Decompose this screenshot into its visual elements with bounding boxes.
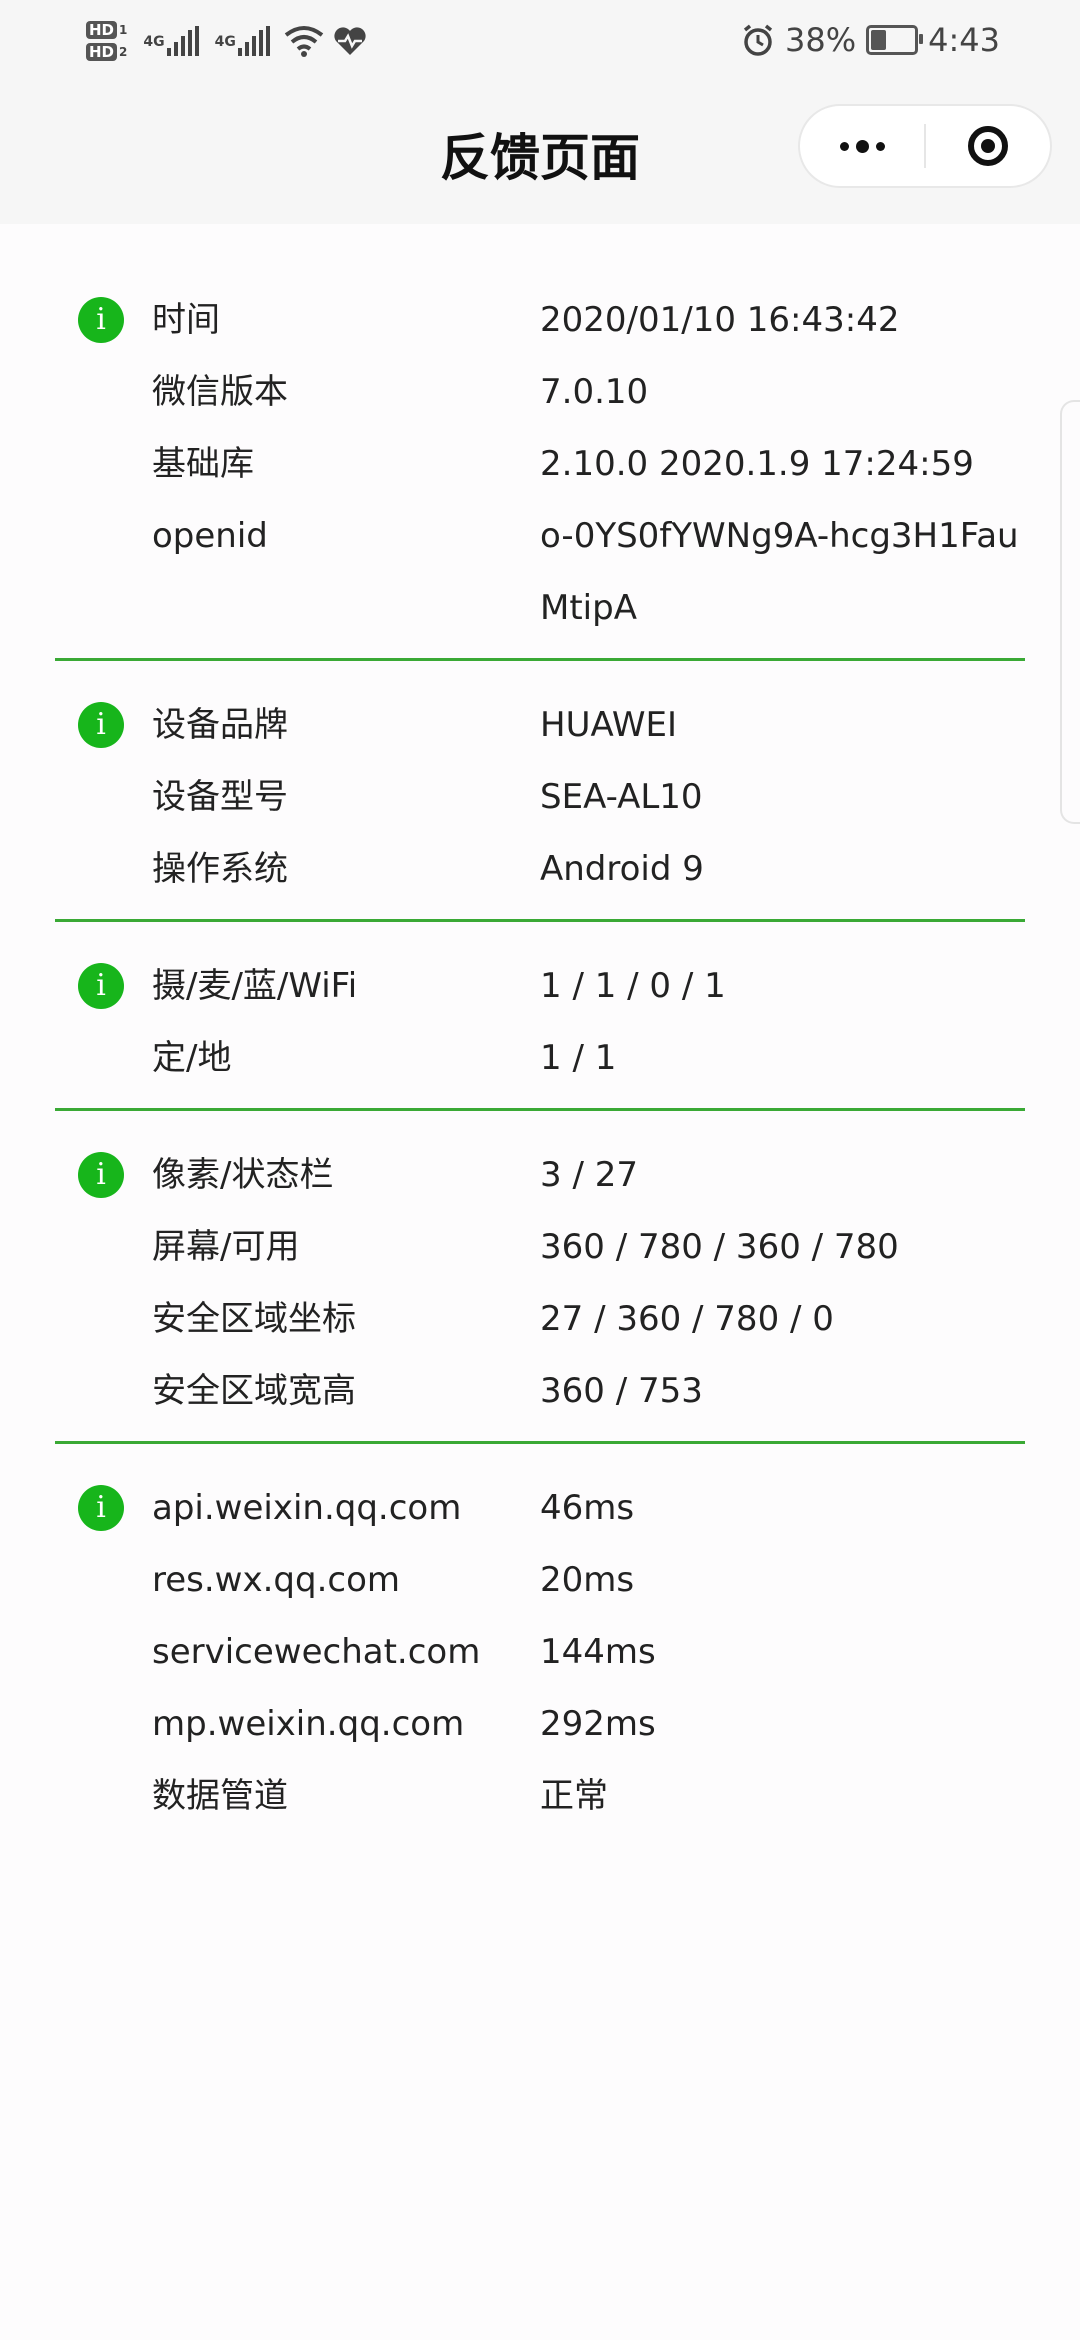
alarm-icon [743, 24, 773, 56]
info-section: i 摄/麦/蓝/WiFi 1 / 1 / 0 / 1 定/地 1 / 1 [55, 922, 1025, 1111]
info-row: 设备品牌 HUAWEI [55, 689, 1025, 761]
info-label: 屏幕/可用 [152, 1227, 300, 1267]
info-row: openid o-0YS0fYWNg9A-hcg3H1Fau [55, 500, 1025, 572]
status-right: 38% 4:43 [741, 14, 1000, 66]
info-row: 设备型号 SEA-AL10 [55, 761, 1025, 833]
signal-1: 4G [143, 26, 199, 56]
info-row: 定/地 1 / 1 [55, 1022, 1025, 1094]
clock: 4:43 [928, 21, 1000, 59]
info-label: 摄/麦/蓝/WiFi [152, 966, 358, 1006]
info-label: res.wx.qq.com [152, 1560, 400, 1600]
feedback-info-list: i 时间 2020/01/10 16:43:42 微信版本 7.0.10 基础库 2.10.… [0, 224, 1080, 1832]
info-row: 安全区域宽高 360 / 753 [55, 1355, 1025, 1427]
info-section: i 时间 2020/01/10 16:43:42 微信版本 7.0.10 基础库 2.10.… [55, 224, 1025, 661]
info-value: HUAWEI [540, 705, 677, 745]
info-label: 时间 [152, 300, 220, 340]
info-value: 20ms [540, 1560, 635, 1600]
signal-bars-2-icon [237, 26, 270, 56]
info-label: 微信版本 [152, 372, 288, 412]
info-label: 安全区域坐标 [152, 1299, 356, 1339]
info-row: 微信版本 7.0.10 [55, 356, 1025, 428]
info-value: 7.0.10 [540, 372, 649, 412]
info-label: 设备型号 [152, 777, 288, 817]
info-row: 像素/状态栏 3 / 27 [55, 1139, 1025, 1211]
info-value: 27 / 360 / 780 / 0 [540, 1299, 834, 1339]
info-label: mp.weixin.qq.com [152, 1704, 465, 1744]
info-value: 292ms [540, 1704, 656, 1744]
info-label: 定/地 [152, 1038, 232, 1078]
info-value: 3 / 27 [540, 1155, 638, 1195]
info-row: 数据管道 正常 [55, 1760, 1025, 1832]
info-row: 摄/麦/蓝/WiFi 1 / 1 / 0 / 1 [55, 950, 1025, 1022]
sim2-hd-label: HD [86, 43, 118, 61]
info-label: 像素/状态栏 [152, 1155, 334, 1195]
status-left: HD 1 HD 2 4G 4G [86, 12, 368, 70]
info-value: 46ms [540, 1488, 635, 1528]
info-value: SEA-AL10 [540, 777, 703, 817]
info-label: 数据管道 [152, 1776, 288, 1816]
battery-level-fill [871, 30, 887, 50]
sim1-hd-label: HD [86, 21, 118, 39]
info-row: 安全区域坐标 27 / 360 / 780 / 0 [55, 1283, 1025, 1355]
info-row: api.weixin.qq.com 46ms [55, 1472, 1025, 1544]
info-label: 基础库 [152, 444, 254, 484]
sim2-indicator: HD 2 [86, 43, 127, 61]
capsule-menu [798, 104, 1052, 188]
info-row: MtipA [55, 572, 1025, 644]
heart-icon [334, 27, 366, 55]
battery-icon [866, 25, 924, 55]
info-value: 1 / 1 [540, 1038, 617, 1078]
signal-2: 4G [215, 26, 270, 56]
info-value: 正常 [540, 1776, 608, 1816]
signal-bars-1-icon [166, 26, 199, 56]
network-type-2: 4G [214, 34, 236, 50]
info-label: api.weixin.qq.com [152, 1488, 462, 1528]
info-value: 2020/01/10 16:43:42 [540, 300, 900, 340]
info-row: res.wx.qq.com 20ms [55, 1544, 1025, 1616]
info-label: 安全区域宽高 [152, 1371, 356, 1411]
info-row: 时间 2020/01/10 16:43:42 [55, 284, 1025, 356]
info-section: i 设备品牌 HUAWEI 设备型号 SEA-AL10 操作系统 Android 9 [55, 661, 1025, 922]
info-row: 基础库 2.10.0 2020.1.9 17:24:59 [55, 428, 1025, 500]
info-row: 操作系统 Android 9 [55, 833, 1025, 905]
sim1-number: 1 [119, 23, 128, 37]
info-value: o-0YS0fYWNg9A-hcg3H1Fau [540, 516, 1019, 556]
battery-percent: 38% [785, 21, 857, 59]
info-row: servicewechat.com 144ms [55, 1616, 1025, 1688]
info-label: servicewechat.com [152, 1632, 481, 1672]
more-icon[interactable] [800, 106, 924, 186]
info-value: 2.10.0 2020.1.9 17:24:59 [540, 444, 974, 484]
sim1-indicator: HD 1 [86, 21, 127, 39]
info-value: 360 / 753 [540, 1371, 703, 1411]
navigation-bar: 反馈页面 [0, 78, 1080, 224]
close-icon[interactable] [926, 106, 1050, 186]
info-value: MtipA [540, 588, 637, 628]
network-type-1: 4G [143, 34, 165, 50]
sim2-number: 2 [119, 45, 128, 59]
info-section: i 像素/状态栏 3 / 27 屏幕/可用 360 / 780 / 360 / 780 安… [55, 1111, 1025, 1444]
info-label: 设备品牌 [152, 705, 288, 745]
info-value: 144ms [540, 1632, 656, 1672]
info-value: 360 / 780 / 360 / 780 [540, 1227, 899, 1267]
info-row: 屏幕/可用 360 / 780 / 360 / 780 [55, 1211, 1025, 1283]
info-section: i api.weixin.qq.com 46ms res.wx.qq.com 20ms s… [55, 1444, 1025, 1832]
status-bar: HD 1 HD 2 4G 4G 38% 4:43 [0, 0, 1080, 78]
info-value: Android 9 [540, 849, 704, 889]
wifi-icon [284, 26, 324, 57]
info-label: openid [152, 516, 268, 556]
info-value: 1 / 1 / 0 / 1 [540, 966, 726, 1006]
info-label: 操作系统 [152, 849, 288, 889]
sim-indicators: HD 1 HD 2 [86, 21, 127, 61]
info-row: mp.weixin.qq.com 292ms [55, 1688, 1025, 1760]
